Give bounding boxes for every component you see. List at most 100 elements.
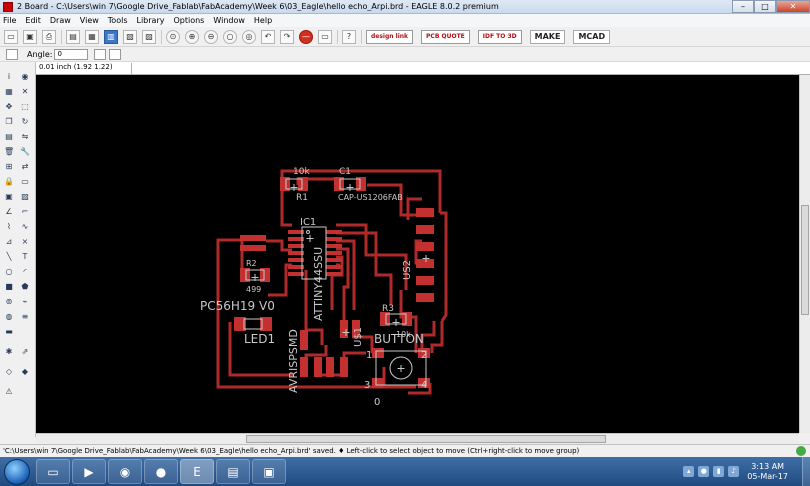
wire-icon[interactable]: ╲	[4, 252, 14, 262]
add-icon[interactable]: ⊞	[4, 162, 14, 172]
rotate-icon[interactable]: ↻	[20, 117, 30, 127]
menu-edit[interactable]: Edit	[25, 16, 41, 25]
ic1-label: IC1	[300, 217, 316, 228]
group-icon[interactable]: ⬚	[20, 102, 30, 112]
grid-icon[interactable]	[6, 48, 18, 60]
start-button[interactable]	[4, 458, 30, 485]
move-icon[interactable]: ✥	[4, 102, 14, 112]
zoom-select-icon[interactable]: ◎	[242, 29, 256, 44]
smash-icon[interactable]: ▨	[20, 192, 30, 202]
horizontal-scrollbar[interactable]	[36, 433, 799, 444]
go-icon[interactable]: ▭	[318, 29, 332, 44]
show-desktop-button[interactable]	[802, 457, 810, 486]
zoom-out-icon[interactable]: ⊖	[204, 29, 218, 44]
maximize-button[interactable]: □	[754, 0, 776, 13]
app-taskbar-icon[interactable]: ▣	[252, 459, 286, 484]
rect-icon[interactable]: ■	[4, 282, 14, 292]
tray-app-icon[interactable]: ●	[698, 466, 710, 477]
firefox-taskbar-icon[interactable]: ●	[144, 459, 178, 484]
redo-icon[interactable]: ↷	[280, 29, 294, 44]
mirror-icon[interactable]	[94, 48, 107, 60]
info-icon[interactable]: i	[4, 72, 14, 82]
menu-view[interactable]: View	[80, 16, 99, 25]
dimension-icon[interactable]: ▬	[4, 327, 14, 337]
menu-window[interactable]: Window	[213, 16, 245, 25]
idf-to-3d-button[interactable]: IDF TO 3D	[477, 29, 522, 44]
vertical-scroll-thumb[interactable]	[801, 205, 809, 315]
open-icon[interactable]: ▭	[4, 29, 18, 44]
wrench-icon[interactable]: 🔧	[20, 147, 30, 157]
arc-icon[interactable]: ◜	[20, 267, 30, 277]
explorer-taskbar-icon[interactable]: ▭	[36, 459, 70, 484]
paste-icon[interactable]: ▤	[4, 132, 14, 142]
board-icon[interactable]: ▦	[85, 29, 99, 44]
media-taskbar-icon[interactable]: ▶	[72, 459, 106, 484]
board-canvas[interactable]: 10k R1 C1 CAP-US1206FAB IC1 ATTINY44SSU …	[36, 75, 799, 433]
ratsnest-icon[interactable]: ✱	[4, 347, 14, 357]
value-icon[interactable]: ▣	[4, 192, 14, 202]
pcb-quote-button[interactable]: PCB QUOTE	[421, 29, 470, 44]
signal-icon[interactable]: ⌁	[20, 297, 30, 307]
lock-icon[interactable]: 🔒	[4, 177, 14, 187]
spin-icon[interactable]	[109, 48, 122, 60]
chrome-taskbar-icon[interactable]: ◉	[108, 459, 142, 484]
help-icon[interactable]: ?	[342, 29, 356, 44]
print-icon[interactable]: ⎙	[42, 29, 56, 44]
split-icon[interactable]: ∠	[4, 207, 14, 217]
run-icon[interactable]: ▨	[142, 29, 156, 44]
zoom-fit-icon[interactable]: ⊙	[166, 29, 180, 44]
menu-draw[interactable]: Draw	[50, 16, 71, 25]
delete-icon[interactable]: 🗑	[4, 147, 14, 157]
eagle-taskbar-icon[interactable]: E	[180, 459, 214, 484]
tray-up-icon[interactable]: ▴	[683, 466, 695, 477]
zoom-in-icon[interactable]: ⊕	[185, 29, 199, 44]
design-link-button[interactable]: design link	[366, 29, 414, 44]
errors-icon[interactable]: ⚠	[4, 387, 14, 397]
meander-icon[interactable]: ∿	[20, 222, 30, 232]
mirror-tool-icon[interactable]: ⇋	[20, 132, 30, 142]
folder-taskbar-icon[interactable]: ▤	[216, 459, 250, 484]
drc-icon[interactable]: ◆	[20, 367, 30, 377]
tray-volume-icon[interactable]: ♪	[728, 466, 740, 477]
mark-icon[interactable]: ✕	[20, 87, 30, 97]
cam-icon[interactable]: ▤	[66, 29, 80, 44]
zoom-redraw-icon[interactable]: ○	[223, 29, 237, 44]
script-icon[interactable]: ▧	[123, 29, 137, 44]
via-icon[interactable]: ⊚	[4, 297, 14, 307]
taskbar-clock[interactable]: 3:13 AM 05-Mar-17	[747, 462, 788, 482]
route-icon[interactable]: ⌇	[4, 222, 14, 232]
vertical-scrollbar[interactable]	[799, 75, 810, 433]
hole-icon[interactable]: ◍	[4, 312, 14, 322]
tray-network-icon[interactable]: ▮	[713, 466, 725, 477]
command-line-input[interactable]	[132, 63, 810, 74]
close-button[interactable]: ✕	[776, 0, 810, 13]
menu-library[interactable]: Library	[137, 16, 165, 25]
minimize-button[interactable]: –	[732, 0, 754, 13]
copy-icon[interactable]: ❐	[4, 117, 14, 127]
name-icon[interactable]: ▭	[20, 177, 30, 187]
replace-icon[interactable]: ⇄	[20, 162, 30, 172]
angle-select[interactable]: 0	[54, 48, 89, 60]
menu-options[interactable]: Options	[173, 16, 204, 25]
show-icon[interactable]: ◉	[20, 72, 30, 82]
menu-help[interactable]: Help	[254, 16, 272, 25]
ripup-icon[interactable]: ⨯	[20, 237, 30, 247]
undo-icon[interactable]: ↶	[261, 29, 275, 44]
circle-icon[interactable]: ○	[4, 267, 14, 277]
save-icon[interactable]: ▣	[23, 29, 37, 44]
miter-icon[interactable]: ⌐	[20, 207, 30, 217]
display-icon[interactable]: ▦	[4, 87, 14, 97]
mcad-button[interactable]: MCAD	[573, 29, 611, 44]
horizontal-scroll-thumb[interactable]	[246, 435, 606, 443]
menu-file[interactable]: File	[3, 16, 16, 25]
polygon-icon[interactable]: ⬟	[20, 282, 30, 292]
stop-icon[interactable]: —	[299, 29, 313, 44]
optimize-icon[interactable]: ⊿	[4, 237, 14, 247]
make-button[interactable]: MAKE	[529, 29, 566, 44]
autorouter-icon[interactable]: ⇗	[20, 347, 30, 357]
schematic-icon[interactable]: ▥	[104, 29, 118, 44]
attribute-icon[interactable]: ≡	[20, 312, 30, 322]
text-icon[interactable]: T	[20, 252, 30, 262]
menu-tools[interactable]: Tools	[108, 16, 128, 25]
erc-icon[interactable]: ◇	[4, 367, 14, 377]
